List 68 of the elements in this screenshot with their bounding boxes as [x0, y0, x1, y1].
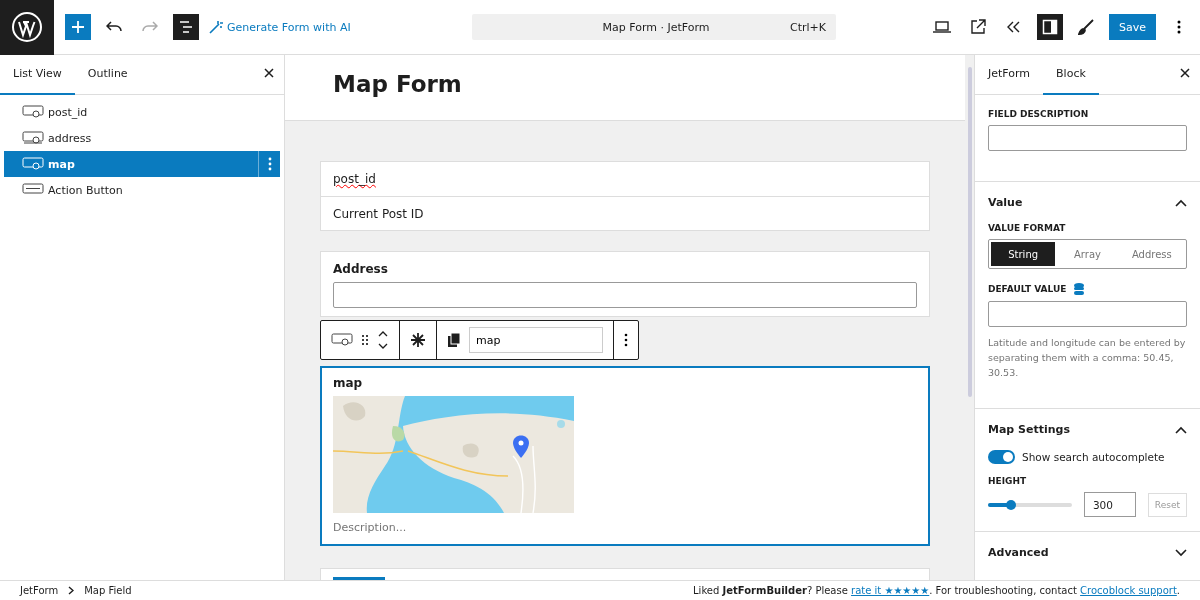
field-label: FIELD DESCRIPTION [988, 109, 1090, 119]
map-field-card[interactable]: map Description... [320, 366, 930, 546]
add-block-button[interactable] [65, 14, 91, 40]
toggle-label: Show search autocomplete [1022, 451, 1165, 463]
copy-icon[interactable] [447, 332, 461, 348]
asterisk-icon[interactable] [410, 332, 426, 348]
description-placeholder[interactable]: Description... [333, 521, 917, 534]
list-view-item[interactable]: post_id [4, 99, 280, 125]
footer-note: Liked JetFormBuilder? Please rate it ★★★★★. For troubleshooting, contact Crocoblock support. [693, 585, 1180, 596]
field-label: HEIGHT [988, 476, 1028, 486]
form-title: Map Form [333, 71, 463, 97]
field-label: VALUE FORMAT [988, 223, 1067, 233]
drag-handle-icon[interactable] [361, 334, 369, 346]
input-field[interactable] [988, 301, 1187, 327]
chevron-down-icon [1175, 548, 1187, 557]
sidebar-icon [1042, 19, 1058, 35]
panel-tab[interactable]: List View [0, 54, 75, 95]
help-text: Latitude and longitude can be entered by separating them with a comma: 50.45, 30.53. [988, 336, 1187, 380]
wordpress-logo[interactable] [0, 0, 54, 55]
list-icon [179, 21, 193, 33]
panel-tab[interactable]: Block [1043, 55, 1099, 95]
panel-tab[interactable]: JetForm [975, 55, 1044, 95]
support-link[interactable]: Crocoblock support [1080, 585, 1177, 596]
height-input[interactable]: 300 [1083, 492, 1136, 517]
section-header[interactable]: Map Settings [988, 423, 1187, 436]
field-icon [331, 333, 353, 347]
field-name: post_id [333, 172, 376, 186]
rate-link[interactable]: rate it ★★★★★ [851, 585, 930, 596]
sidebar-toggle-button[interactable] [1037, 14, 1063, 40]
list-view-item[interactable]: Action Button [4, 177, 280, 203]
list-view-item[interactable]: map [4, 151, 280, 177]
toggle-switch[interactable] [988, 450, 1015, 464]
format-option[interactable]: Address [1119, 242, 1184, 266]
hidden-field-card[interactable]: post_id Current Post ID [320, 161, 930, 231]
document-overview-button[interactable] [173, 14, 199, 40]
database-icon[interactable] [1074, 283, 1085, 295]
save-button[interactable]: Save [1109, 14, 1156, 40]
chevron-up-icon [1175, 425, 1187, 434]
more-options-icon[interactable] [624, 333, 628, 347]
command-palette[interactable]: Map Form · JetForm Ctrl+K [472, 14, 836, 40]
address-field-card[interactable]: Address [320, 251, 930, 317]
generate-ai-button[interactable]: Generate Form with AI [209, 20, 351, 34]
field-icon [22, 183, 44, 197]
chevron-right-icon [68, 586, 75, 595]
input-field[interactable] [988, 125, 1187, 151]
scrollbar[interactable] [967, 67, 972, 397]
field-label: map [333, 376, 364, 390]
field-name-input[interactable]: map [469, 327, 603, 353]
field-icon [22, 105, 44, 119]
breadcrumb-item[interactable]: Map Field [84, 585, 132, 596]
field-value: Current Post ID [333, 206, 424, 221]
field-icon [22, 157, 44, 171]
move-arrows-icon[interactable] [377, 330, 389, 350]
section-header[interactable]: Advanced [988, 546, 1187, 559]
format-option[interactable]: Array [1055, 242, 1120, 266]
plus-icon [71, 20, 85, 34]
field-icon [22, 131, 44, 145]
chevron-up-icon [1175, 198, 1187, 207]
magic-wand-icon [209, 20, 223, 34]
height-slider[interactable] [988, 502, 1072, 507]
field-label: Address [333, 262, 389, 276]
list-view-item[interactable]: address [4, 125, 280, 151]
field-label: DEFAULT VALUE [988, 284, 1067, 294]
section-header[interactable]: Value [988, 196, 1187, 209]
input-field[interactable] [333, 282, 917, 308]
breadcrumb-item[interactable]: JetForm [20, 585, 59, 596]
format-option[interactable]: String [991, 242, 1056, 266]
panel-tab[interactable]: Outline [74, 54, 141, 95]
